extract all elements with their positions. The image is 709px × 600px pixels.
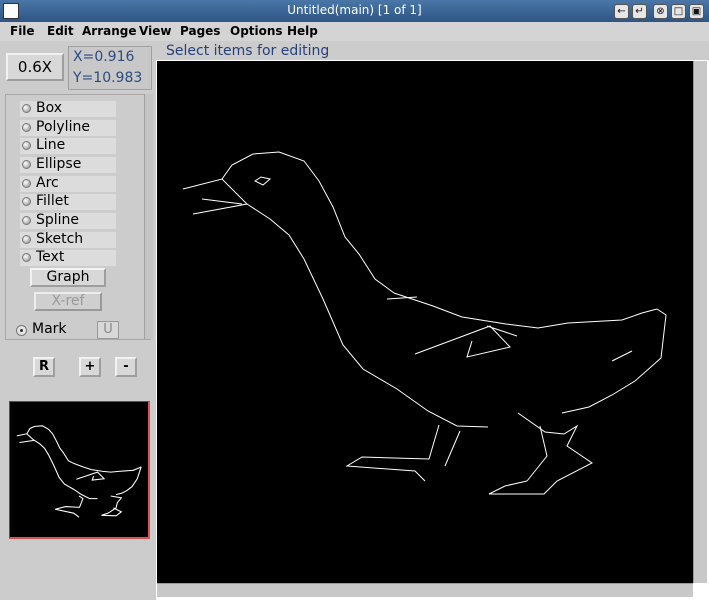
thumbnail-goose-drawing — [16, 425, 142, 518]
wing-feather-1 — [486, 325, 518, 337]
minimize-left-icon[interactable]: ← — [614, 4, 629, 19]
radio-icon — [22, 104, 31, 113]
mark-label: Mark — [32, 321, 67, 337]
eye-shape — [254, 176, 272, 186]
tail-outline — [561, 308, 667, 414]
zoom-in-button[interactable]: + — [79, 357, 101, 377]
menu-help[interactable]: Help — [287, 24, 318, 38]
back-outline — [393, 292, 658, 329]
beak-shape — [182, 178, 249, 215]
tool-label: Text — [36, 249, 65, 265]
drawing-canvas[interactable] — [157, 61, 693, 583]
radio-icon — [22, 216, 31, 225]
menu-arrange[interactable]: Arrange — [82, 24, 137, 38]
rear-leg-inner — [526, 425, 548, 482]
goose-drawing — [182, 151, 667, 495]
zoom-button[interactable]: 0.6X — [6, 53, 64, 81]
restore-icon[interactable]: ↵ — [632, 4, 647, 19]
menu-file[interactable]: File — [10, 24, 35, 38]
y-coordinate: Y=10.983 — [73, 70, 143, 86]
menu-pages[interactable]: Pages — [180, 24, 220, 38]
canvas-horizontal-scrollbar[interactable] — [157, 583, 693, 597]
breast-outline — [246, 203, 489, 428]
menu-options[interactable]: Options — [230, 24, 283, 38]
window-title: Untitled(main) [1 of 1] — [287, 3, 422, 17]
shade-icon[interactable]: ▣ — [689, 4, 704, 19]
tool-spline[interactable]: Spline — [20, 212, 116, 229]
rear-leg-outline — [488, 412, 593, 495]
maximize-icon[interactable]: □ — [671, 4, 686, 19]
tool-label: Ellipse — [36, 156, 82, 172]
tool-ellipse[interactable]: Ellipse — [20, 156, 116, 173]
tool-arc[interactable]: Arc — [20, 175, 116, 192]
radio-icon — [22, 197, 31, 206]
radio-icon — [22, 160, 31, 169]
zoom-out-button[interactable]: - — [115, 357, 137, 377]
tool-line[interactable]: Line — [20, 137, 116, 154]
tool-label: Fillet — [36, 193, 69, 209]
xref-button[interactable]: X-ref — [34, 292, 102, 311]
front-leg-outline — [345, 424, 440, 482]
wing-outline — [414, 325, 511, 358]
radio-icon — [22, 123, 31, 132]
menu-bar: File Edit Arrange View Pages Options Hel… — [0, 22, 709, 41]
tool-label: Line — [36, 137, 66, 153]
reset-button[interactable]: R — [33, 357, 55, 377]
radio-icon — [22, 141, 31, 150]
tool-label: Polyline — [36, 119, 90, 135]
radio-icon — [22, 253, 31, 262]
tool-label: Arc — [36, 175, 59, 191]
menu-view[interactable]: View — [139, 24, 171, 38]
status-message: Select items for editing — [166, 43, 330, 59]
tool-text[interactable]: Text — [20, 249, 116, 266]
canvas-vertical-scrollbar[interactable] — [693, 61, 707, 583]
x-coordinate: X=0.916 — [73, 49, 135, 65]
tool-label: Box — [36, 100, 63, 116]
tool-polyline[interactable]: Polyline — [20, 119, 116, 136]
mark-radio[interactable] — [16, 325, 27, 336]
menu-edit[interactable]: Edit — [47, 24, 74, 38]
tool-panel-scrollbar[interactable] — [144, 94, 153, 339]
front-leg-inner — [444, 430, 461, 467]
tool-sketch[interactable]: Sketch — [20, 231, 116, 248]
undo-button[interactable]: U — [97, 321, 119, 339]
head-back-outline — [221, 151, 395, 294]
tool-label: Spline — [36, 212, 80, 228]
tool-fillet[interactable]: Fillet — [20, 193, 116, 210]
tool-label: Sketch — [36, 231, 84, 247]
graph-button[interactable]: Graph — [30, 268, 106, 287]
radio-icon — [22, 235, 31, 244]
tail-feather-line — [611, 350, 633, 362]
tool-box[interactable]: Box — [20, 100, 116, 117]
coordinate-readout: X=0.916 Y=10.983 — [68, 46, 152, 90]
beak-line — [201, 198, 243, 205]
page-thumbnail[interactable] — [9, 401, 150, 539]
radio-icon — [22, 179, 31, 188]
close-icon[interactable]: ⊗ — [653, 4, 668, 19]
